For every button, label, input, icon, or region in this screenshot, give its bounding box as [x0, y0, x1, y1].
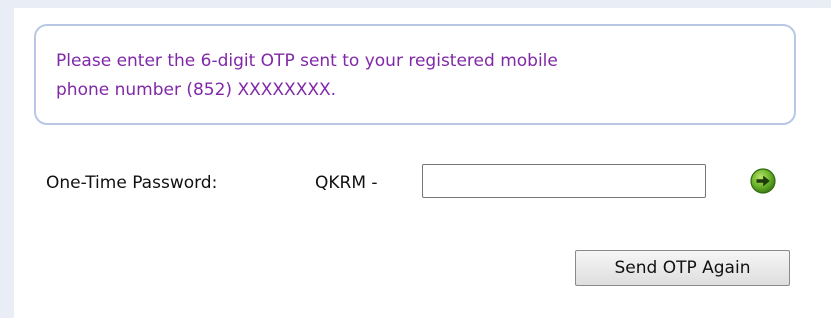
green-arrow-right-icon[interactable]: [750, 168, 776, 194]
otp-prefix: QKRM -: [315, 173, 378, 193]
otp-instruction-line-2: phone number (852) XXXXXXXX.: [56, 80, 337, 100]
otp-instruction-line-1: Please enter the 6-digit OTP sent to you…: [56, 51, 558, 71]
otp-panel: Please enter the 6-digit OTP sent to you…: [14, 8, 831, 318]
otp-instruction-box: Please enter the 6-digit OTP sent to you…: [34, 24, 796, 125]
send-otp-again-button[interactable]: Send OTP Again: [575, 250, 790, 286]
otp-instruction-text: Please enter the 6-digit OTP sent to you…: [56, 47, 786, 105]
otp-input[interactable]: [422, 164, 706, 198]
otp-field-label: One-Time Password:: [46, 173, 218, 193]
